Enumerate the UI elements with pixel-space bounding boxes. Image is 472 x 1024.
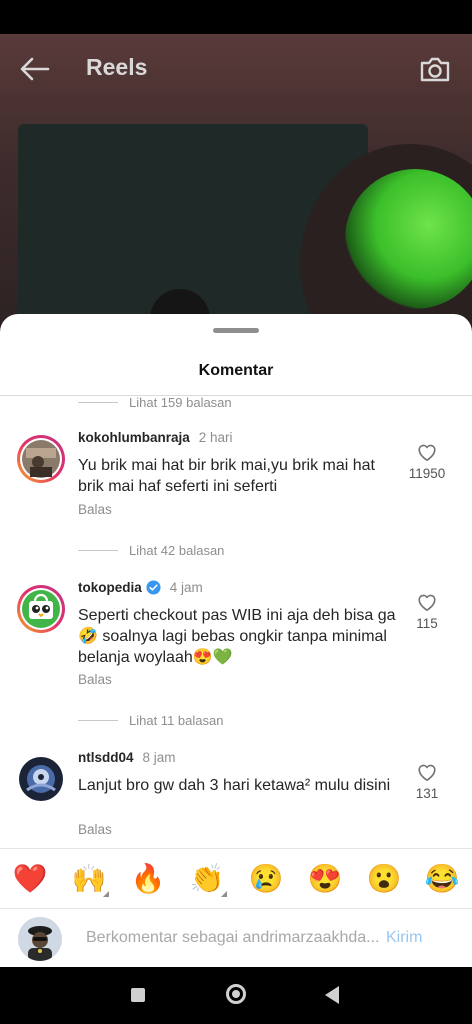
view-replies-link[interactable]: Lihat 42 balasan <box>78 540 224 560</box>
camera-icon <box>420 57 450 82</box>
user-avatar-image <box>17 435 65 483</box>
comment-text: Yu brik mai hat bir brik mai,yu brik mai… <box>78 457 375 495</box>
emoji-surprised-button[interactable]: 😮 <box>364 861 404 897</box>
user-avatar-image <box>18 917 62 961</box>
username[interactable]: ntlsdd04 <box>78 750 134 765</box>
camera-button[interactable] <box>418 52 452 86</box>
tokopedia-logo <box>17 585 65 633</box>
emoji-laughing-button[interactable]: 😂 <box>422 861 462 897</box>
comment-header: kokohlumbanraja 2 hari <box>78 430 233 445</box>
send-button[interactable]: Kirim <box>386 929 422 947</box>
recent-apps-icon[interactable] <box>131 988 145 1002</box>
view-replies-link[interactable]: Lihat 159 balasan <box>78 396 232 412</box>
back-button[interactable] <box>18 52 52 86</box>
divider <box>78 549 118 551</box>
heart-icon <box>418 764 436 781</box>
timestamp: 4 jam <box>169 580 203 595</box>
avatar[interactable] <box>16 584 66 634</box>
my-avatar <box>18 917 62 961</box>
clap-emoji: 👏 <box>189 863 225 894</box>
comment-item: tokopedia 4 jam Seperti checkout pas WIB… <box>0 580 472 690</box>
like-count: 131 <box>415 786 439 801</box>
video-green-hair <box>345 169 472 309</box>
comment-header: ntlsdd04 8 jam <box>78 750 176 765</box>
emoji-cry-button[interactable]: 😢 <box>246 861 286 897</box>
emoji-clap-button[interactable]: 👏 <box>187 861 227 897</box>
comments-sheet: Komentar Lihat 159 balasan kokohlumbanra… <box>0 314 472 967</box>
skin-tone-indicator <box>103 891 109 897</box>
timestamp: 2 hari <box>198 430 233 445</box>
avatar[interactable] <box>16 754 66 804</box>
sheet-drag-handle[interactable] <box>213 328 259 333</box>
username[interactable]: tokopedia <box>78 580 142 595</box>
raised-hands-emoji: 🙌 <box>71 863 107 894</box>
top-bar: Reels <box>0 34 472 104</box>
reply-button[interactable]: Balas <box>78 672 112 687</box>
view-replies-link[interactable]: Lihat 11 balasan <box>78 710 223 730</box>
comment-input[interactable]: Berkomentar sebagai andrimarzaakhda... <box>86 929 384 947</box>
timestamp: 8 jam <box>142 750 176 765</box>
comment-item: kokohlumbanraja 2 hari Yu brik mai hat b… <box>0 430 472 530</box>
page-title: Reels <box>86 54 148 80</box>
system-nav-bar <box>0 967 472 1024</box>
reply-button[interactable]: Balas <box>78 502 112 517</box>
back-triangle-icon[interactable] <box>325 986 339 1004</box>
skin-tone-indicator <box>221 891 227 897</box>
emoji-fire-button[interactable]: 🔥 <box>128 861 168 897</box>
username[interactable]: kokohlumbanraja <box>78 430 190 445</box>
arrow-left-icon <box>20 57 50 81</box>
emoji-heart-eyes-button[interactable]: 😍 <box>305 861 345 897</box>
like-button[interactable]: 11950 <box>400 442 454 481</box>
divider <box>78 719 118 721</box>
sheet-title: Komentar <box>198 362 274 379</box>
heart-icon <box>418 594 436 611</box>
avatar[interactable] <box>16 434 66 484</box>
divider <box>78 401 118 403</box>
comment-text: Lanjut bro gw dah 3 hari ketawa² mulu di… <box>78 777 391 794</box>
status-bar <box>0 0 472 34</box>
view-replies-label: Lihat 42 balasan <box>129 542 225 558</box>
like-count: 115 <box>416 616 438 631</box>
comment-list[interactable]: Lihat 159 balasan kokohlumbanraja 2 hari <box>0 396 472 852</box>
like-button[interactable]: 131 <box>400 762 454 801</box>
comment-text: Seperti checkout pas WIB ini aja deh bis… <box>78 607 396 666</box>
emoji-heart-button[interactable]: ❤️ <box>10 861 50 897</box>
comment-item: ntlsdd04 8 jam Lanjut bro gw dah 3 hari … <box>0 750 472 850</box>
verified-badge-icon <box>146 580 161 595</box>
heart-icon <box>418 444 436 461</box>
comment-header: tokopedia 4 jam <box>78 580 203 595</box>
like-button[interactable]: 115 <box>400 592 454 631</box>
comment-input-bar: Berkomentar sebagai andrimarzaakhda... K… <box>0 908 472 967</box>
view-replies-label: Lihat 11 balasan <box>129 712 224 728</box>
like-count: 11950 <box>408 466 446 481</box>
user-avatar-image <box>19 757 63 801</box>
home-icon[interactable] <box>226 984 246 1004</box>
view-replies-label: Lihat 159 balasan <box>129 396 232 410</box>
emoji-raised-hands-button[interactable]: 🙌 <box>69 861 109 897</box>
quick-emoji-bar: ❤️ 🙌 🔥 👏 😢 😍 😮 😂 <box>0 848 472 909</box>
reply-button[interactable]: Balas <box>78 822 112 837</box>
